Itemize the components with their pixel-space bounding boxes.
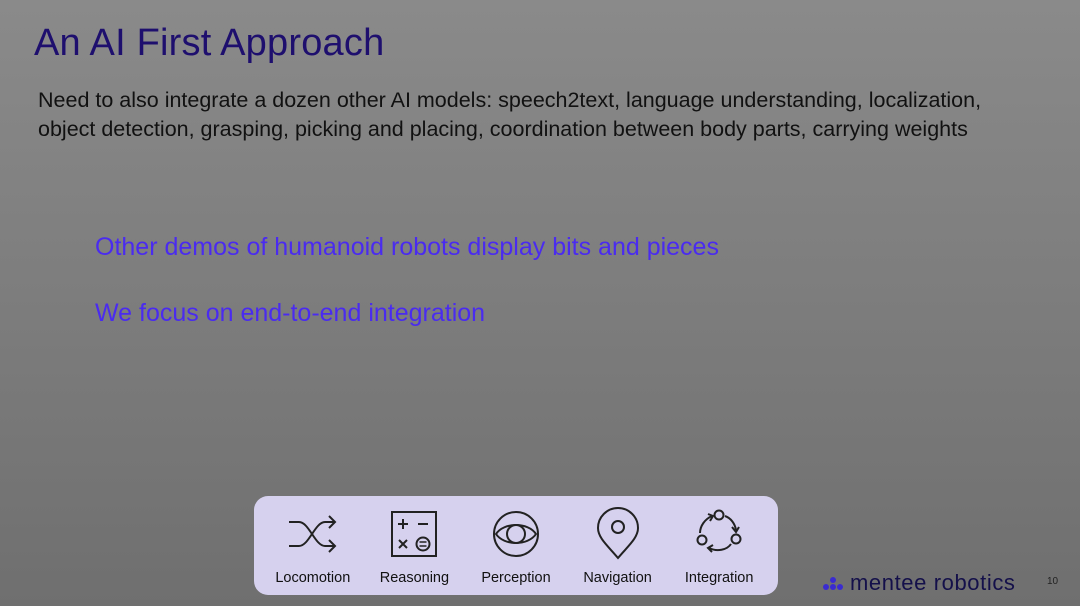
capability-label: Perception — [481, 570, 551, 586]
cycle-icon — [696, 509, 742, 553]
capability-reasoning: Reasoning — [364, 506, 464, 586]
shuffle-arrows-icon — [288, 515, 337, 553]
capability-label: Integration — [684, 570, 754, 586]
capability-integration: Integration — [669, 506, 769, 586]
map-pin-icon — [596, 507, 639, 560]
eye-icon — [492, 511, 539, 557]
highlight-bits-and-pieces: Other demos of humanoid robots display b… — [95, 233, 719, 261]
capabilities-bar: Locomotion Reasoning Perception Navigati… — [254, 496, 778, 595]
capability-locomotion: Locomotion — [263, 506, 363, 586]
capability-perception: Perception — [466, 506, 566, 586]
brand: mentee robotics — [822, 570, 1016, 596]
capability-label: Locomotion — [275, 570, 351, 586]
capability-label: Reasoning — [379, 570, 450, 586]
page-number: 10 — [1047, 576, 1059, 587]
brand-name: mentee robotics — [850, 570, 1016, 595]
slide-body-text: Need to also integrate a dozen other AI … — [38, 88, 982, 141]
calculator-icon — [391, 511, 438, 557]
slide: An AI First Approach Need to also integr… — [0, 0, 1080, 606]
capability-navigation: Navigation — [568, 506, 668, 586]
mentee-logo-icon — [823, 577, 843, 590]
slide-title: An AI First Approach — [34, 22, 385, 64]
highlight-end-to-end: We focus on end-to-end integration — [95, 299, 486, 327]
capability-label: Navigation — [583, 570, 652, 586]
